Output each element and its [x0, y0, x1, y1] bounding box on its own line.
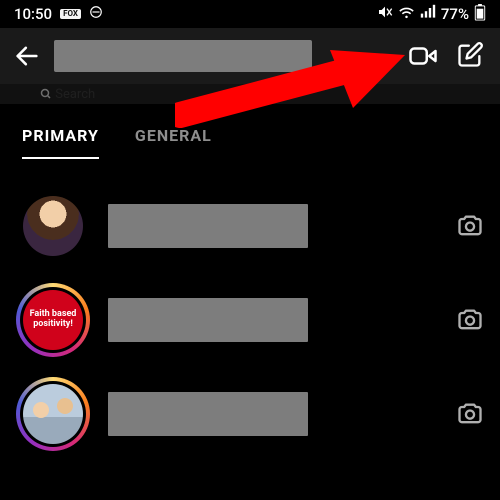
search-icon [40, 88, 52, 100]
battery-icon [474, 4, 486, 25]
status-bar: 10:50 FOX 77% [0, 0, 500, 28]
chat-list: Faith based positivity! [0, 159, 500, 451]
tab-primary[interactable]: PRIMARY [22, 126, 99, 159]
chat-name-redacted [108, 204, 308, 248]
status-time: 10:50 [14, 5, 52, 23]
dnd-icon [89, 5, 103, 23]
camera-icon[interactable] [456, 306, 484, 334]
chat-name-redacted [108, 392, 308, 436]
back-button[interactable] [10, 42, 44, 70]
compose-button[interactable] [456, 41, 484, 71]
search-placeholder: Search [55, 87, 95, 102]
avatar[interactable]: Faith based positivity! [16, 283, 90, 357]
camera-icon[interactable] [456, 400, 484, 428]
chat-row[interactable] [0, 179, 500, 273]
chat-name-redacted [108, 298, 308, 342]
mute-icon [377, 4, 393, 24]
dm-tabs: PRIMARY GENERAL [0, 104, 500, 159]
battery-percent: 77% [441, 5, 469, 23]
search-bar[interactable]: Search [0, 84, 500, 104]
avatar[interactable] [16, 377, 90, 451]
wifi-icon [398, 4, 415, 25]
status-app-badge: FOX [60, 9, 81, 19]
dm-header [0, 28, 500, 84]
camera-icon[interactable] [456, 212, 484, 240]
video-call-button[interactable] [408, 41, 438, 71]
signal-icon [420, 4, 436, 24]
account-name-redacted[interactable] [54, 40, 312, 72]
chat-row[interactable]: Faith based positivity! [0, 273, 500, 367]
chat-row[interactable] [0, 367, 500, 451]
avatar[interactable] [16, 189, 90, 263]
tab-general[interactable]: GENERAL [135, 126, 212, 159]
avatar-text: Faith based positivity! [23, 290, 83, 350]
